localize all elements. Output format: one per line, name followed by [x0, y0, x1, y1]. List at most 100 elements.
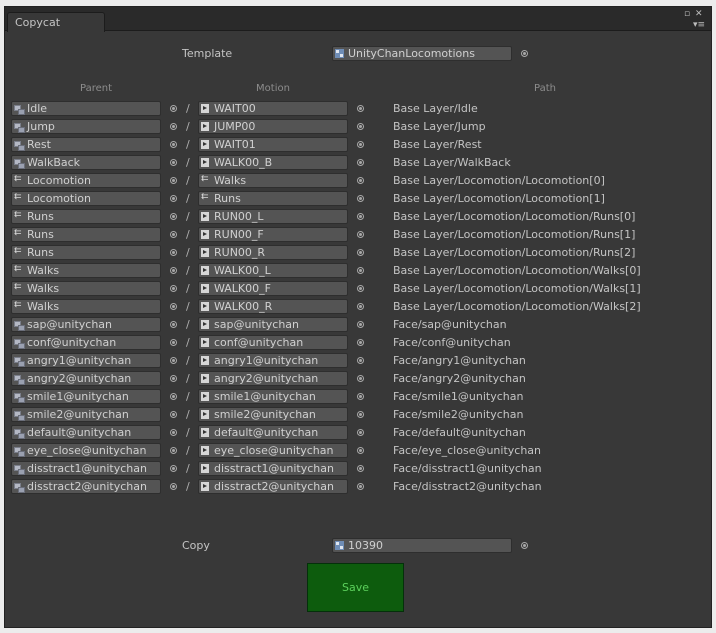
- motion-field[interactable]: sap@unitychan: [198, 317, 348, 332]
- parent-picker-icon[interactable]: [170, 249, 177, 256]
- parent-picker-icon[interactable]: [170, 285, 177, 292]
- parent-field[interactable]: Jump: [11, 119, 161, 134]
- parent-field[interactable]: eye_close@unitychan: [11, 443, 161, 458]
- parent-picker-icon[interactable]: [170, 393, 177, 400]
- motion-field[interactable]: conf@unitychan: [198, 335, 348, 350]
- motion-field[interactable]: WAIT01: [198, 137, 348, 152]
- parent-picker-icon[interactable]: [170, 465, 177, 472]
- motion-field[interactable]: RUN00_F: [198, 227, 348, 242]
- parent-picker-icon[interactable]: [170, 375, 177, 382]
- parent-field[interactable]: default@unitychan: [11, 425, 161, 440]
- motion-picker-icon[interactable]: [357, 375, 364, 382]
- motion-picker-icon[interactable]: [357, 447, 364, 454]
- animation-clip-icon: [201, 266, 209, 275]
- parent-picker-icon[interactable]: [170, 267, 177, 274]
- motion-picker-icon[interactable]: [357, 141, 364, 148]
- parent-picker-icon[interactable]: [170, 159, 177, 166]
- motion-picker-icon[interactable]: [357, 357, 364, 364]
- motion-picker-icon[interactable]: [357, 105, 364, 112]
- motion-picker-icon[interactable]: [357, 483, 364, 490]
- motion-picker-icon[interactable]: [357, 195, 364, 202]
- parent-picker-icon[interactable]: [170, 123, 177, 130]
- template-picker-icon[interactable]: [521, 50, 528, 57]
- parent-picker-icon[interactable]: [170, 231, 177, 238]
- motion-field[interactable]: JUMP00: [198, 119, 348, 134]
- motion-field[interactable]: Runs: [198, 191, 348, 206]
- motion-field[interactable]: RUN00_L: [198, 209, 348, 224]
- parent-field[interactable]: Walks: [11, 299, 161, 314]
- motion-field[interactable]: WALK00_F: [198, 281, 348, 296]
- motion-picker-icon[interactable]: [357, 177, 364, 184]
- parent-picker-icon[interactable]: [170, 303, 177, 310]
- parent-field[interactable]: Walks: [11, 263, 161, 278]
- parent-field[interactable]: Walks: [11, 281, 161, 296]
- parent-field[interactable]: smile1@unitychan: [11, 389, 161, 404]
- parent-picker-icon[interactable]: [170, 321, 177, 328]
- motion-field[interactable]: WALK00_R: [198, 299, 348, 314]
- motion-field[interactable]: Walks: [198, 173, 348, 188]
- parent-field[interactable]: Rest: [11, 137, 161, 152]
- motion-picker-icon[interactable]: [357, 339, 364, 346]
- copy-field[interactable]: 10390: [332, 538, 512, 553]
- motion-picker-icon[interactable]: [357, 411, 364, 418]
- motion-field[interactable]: smile1@unitychan: [198, 389, 348, 404]
- motion-picker-icon[interactable]: [357, 231, 364, 238]
- parent-picker-icon[interactable]: [170, 105, 177, 112]
- close-icon[interactable]: ✕: [695, 9, 703, 19]
- motion-picker-icon[interactable]: [357, 159, 364, 166]
- parent-field[interactable]: WalkBack: [11, 155, 161, 170]
- motion-field[interactable]: eye_close@unitychan: [198, 443, 348, 458]
- motion-field[interactable]: WALK00_L: [198, 263, 348, 278]
- parent-field[interactable]: Idle: [11, 101, 161, 116]
- motion-field[interactable]: default@unitychan: [198, 425, 348, 440]
- motion-picker-icon[interactable]: [357, 321, 364, 328]
- motion-field[interactable]: angry1@unitychan: [198, 353, 348, 368]
- parent-picker-icon[interactable]: [170, 411, 177, 418]
- motion-field[interactable]: angry2@unitychan: [198, 371, 348, 386]
- context-menu-icon[interactable]: ▾≡: [693, 20, 705, 30]
- motion-field[interactable]: disstract1@unitychan: [198, 461, 348, 476]
- parent-picker-icon[interactable]: [170, 357, 177, 364]
- maximize-icon[interactable]: ▫: [684, 9, 690, 19]
- parent-picker-icon[interactable]: [170, 429, 177, 436]
- motion-picker-icon[interactable]: [357, 393, 364, 400]
- parent-value: Rest: [27, 138, 51, 151]
- motion-field[interactable]: disstract2@unitychan: [198, 479, 348, 494]
- parent-field[interactable]: smile2@unitychan: [11, 407, 161, 422]
- motion-picker-icon[interactable]: [357, 465, 364, 472]
- template-field[interactable]: UnityChanLocomotions: [332, 46, 512, 61]
- motion-field[interactable]: smile2@unitychan: [198, 407, 348, 422]
- motion-picker-icon[interactable]: [357, 267, 364, 274]
- motion-picker-icon[interactable]: [357, 303, 364, 310]
- parent-picker-icon[interactable]: [170, 213, 177, 220]
- motion-picker-icon[interactable]: [357, 249, 364, 256]
- parent-picker-icon[interactable]: [170, 177, 177, 184]
- copy-picker-icon[interactable]: [521, 542, 528, 549]
- tab-copycat[interactable]: Copycat: [7, 12, 105, 32]
- motion-field[interactable]: WALK00_B: [198, 155, 348, 170]
- parent-picker-icon[interactable]: [170, 447, 177, 454]
- parent-field[interactable]: angry1@unitychan: [11, 353, 161, 368]
- motion-picker-icon[interactable]: [357, 429, 364, 436]
- template-value: UnityChanLocomotions: [348, 47, 475, 60]
- parent-field[interactable]: Locomotion: [11, 191, 161, 206]
- parent-field[interactable]: sap@unitychan: [11, 317, 161, 332]
- save-button[interactable]: Save: [307, 563, 404, 612]
- parent-field[interactable]: Runs: [11, 245, 161, 260]
- parent-picker-icon[interactable]: [170, 483, 177, 490]
- parent-field[interactable]: Locomotion: [11, 173, 161, 188]
- parent-field[interactable]: disstract1@unitychan: [11, 461, 161, 476]
- parent-picker-icon[interactable]: [170, 141, 177, 148]
- motion-field[interactable]: WAIT00: [198, 101, 348, 116]
- parent-field[interactable]: angry2@unitychan: [11, 371, 161, 386]
- parent-field[interactable]: Runs: [11, 209, 161, 224]
- parent-field[interactable]: Runs: [11, 227, 161, 242]
- motion-field[interactable]: RUN00_R: [198, 245, 348, 260]
- motion-picker-icon[interactable]: [357, 213, 364, 220]
- parent-picker-icon[interactable]: [170, 195, 177, 202]
- motion-picker-icon[interactable]: [357, 285, 364, 292]
- motion-picker-icon[interactable]: [357, 123, 364, 130]
- parent-picker-icon[interactable]: [170, 339, 177, 346]
- parent-field[interactable]: conf@unitychan: [11, 335, 161, 350]
- parent-field[interactable]: disstract2@unitychan: [11, 479, 161, 494]
